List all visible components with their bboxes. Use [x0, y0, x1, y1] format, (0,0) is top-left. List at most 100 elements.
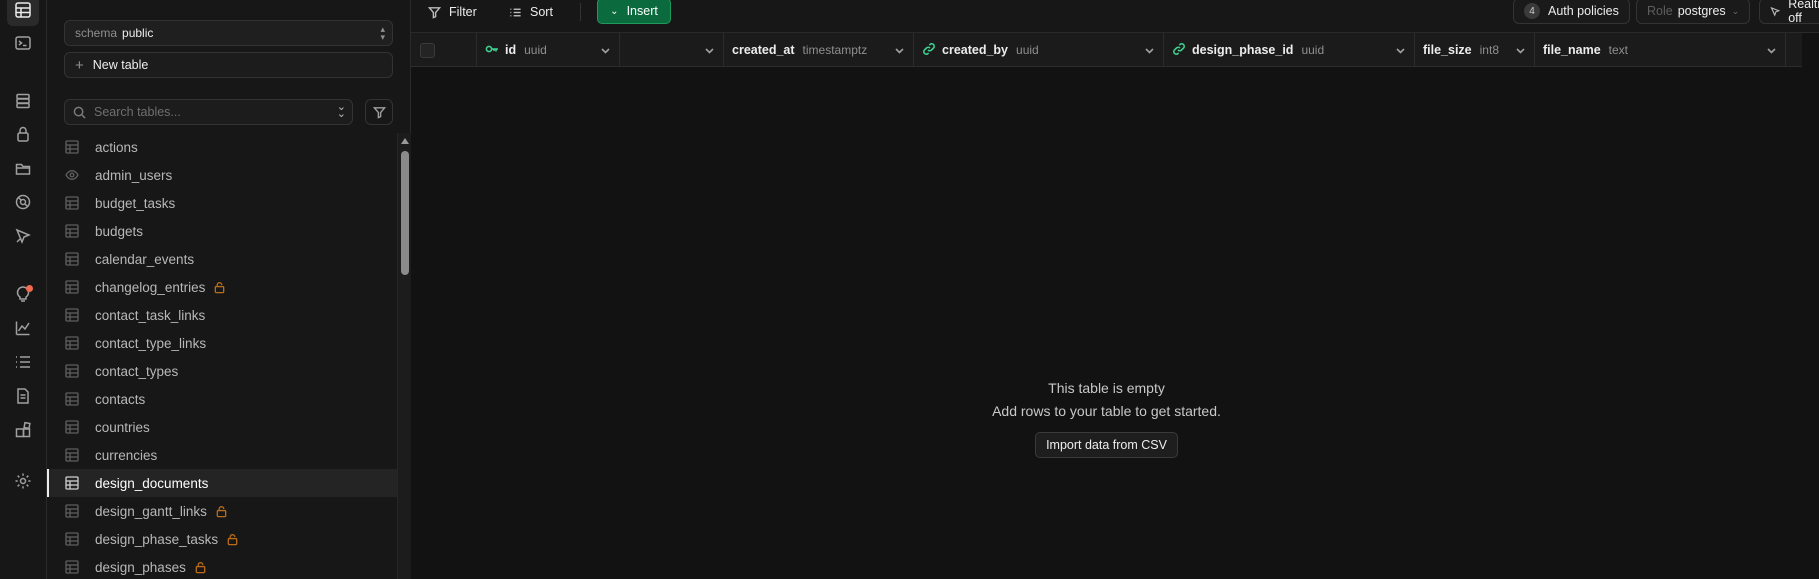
- column-name: created_by: [942, 43, 1009, 57]
- column-name: design_phase_id: [1192, 43, 1294, 57]
- table-name: budgets: [95, 223, 144, 239]
- column-header[interactable]: created_by uuid: [914, 33, 1164, 67]
- table-list-item[interactable]: contact_type_links: [47, 329, 397, 357]
- auth-policies-label: Auth policies: [1548, 4, 1619, 18]
- column-menu-chevron-icon[interactable]: [1516, 44, 1525, 54]
- column-header[interactable]: design_phase_id uuid: [1164, 33, 1415, 67]
- logs-icon[interactable]: [7, 346, 39, 378]
- rls-unlocked-icon: [226, 533, 239, 546]
- empty-state-subtitle: Add rows to your table to get started.: [992, 403, 1221, 419]
- table-list-item[interactable]: actions: [47, 133, 397, 161]
- table-name: contact_task_links: [95, 307, 206, 323]
- table-name: contact_type_links: [95, 335, 207, 351]
- table-list-item[interactable]: design_gantt_links: [47, 497, 397, 525]
- scroll-up-arrow-icon[interactable]: [401, 138, 409, 144]
- grid-toolbar: Filter Sort ⌄ Insert 4 Auth policies Rol…: [411, 0, 1819, 33]
- table-list-item[interactable]: changelog_entries: [47, 273, 397, 301]
- schema-selector[interactable]: schema public ▴ ▾: [64, 20, 393, 46]
- foreign-key-link-icon: [1172, 42, 1192, 59]
- table-editor-icon[interactable]: [7, 0, 39, 26]
- table-list-item[interactable]: admin_users: [47, 161, 397, 189]
- database-icon[interactable]: [7, 85, 39, 117]
- column-menu-chevron-icon[interactable]: [1767, 44, 1776, 54]
- sort-button[interactable]: Sort: [509, 0, 553, 24]
- filter-tables-button[interactable]: [365, 99, 393, 125]
- table-list-item[interactable]: budget_tasks: [47, 189, 397, 217]
- table-list-item[interactable]: contact_types: [47, 357, 397, 385]
- column-type: uuid: [1301, 43, 1325, 57]
- sidebar-scrollbar[interactable]: [397, 133, 411, 579]
- new-table-label: New table: [92, 58, 149, 72]
- table-list-item[interactable]: design_phase_tasks: [47, 525, 397, 553]
- column-menu-chevron-icon[interactable]: [1396, 44, 1405, 54]
- column-menu-chevron-icon[interactable]: [1145, 44, 1154, 54]
- column-menu-chevron-icon[interactable]: [895, 44, 904, 54]
- table-icon: [65, 476, 79, 490]
- sort-icon: [510, 8, 521, 16]
- role-selector[interactable]: Role postgres ⌄: [1636, 0, 1750, 24]
- table-icon: [65, 560, 79, 574]
- role-value: postgres: [1677, 4, 1726, 18]
- notification-dot: [26, 285, 33, 292]
- auth-policies-button[interactable]: 4 Auth policies: [1513, 0, 1630, 24]
- search-tables-input[interactable]: [94, 105, 324, 119]
- table-list-item[interactable]: calendar_events: [47, 245, 397, 273]
- select-all-checkbox[interactable]: [420, 42, 435, 58]
- filter-button[interactable]: Filter: [428, 0, 477, 24]
- table-list-item[interactable]: contact_task_links: [47, 301, 397, 329]
- column-header[interactable]: [620, 33, 724, 67]
- empty-state-title: This table is empty: [1048, 380, 1165, 396]
- column-header[interactable]: file_size int8: [1415, 33, 1535, 67]
- column-name: file_size: [1423, 43, 1472, 57]
- auth-policies-count: 4: [1524, 3, 1540, 19]
- table-list-item[interactable]: countries: [47, 413, 397, 441]
- reports-icon[interactable]: [7, 312, 39, 344]
- rls-unlocked-icon: [194, 561, 207, 574]
- chevron-down-icon: ⌄: [610, 5, 619, 17]
- search-icon: [73, 106, 86, 119]
- scrollbar-thumb[interactable]: [401, 151, 409, 275]
- table-icon: [65, 280, 79, 294]
- plus-icon: +: [75, 56, 84, 74]
- table-name: contact_types: [95, 363, 179, 379]
- import-csv-button[interactable]: Import data from CSV: [1035, 432, 1178, 458]
- column-header[interactable]: file_name text: [1535, 33, 1786, 67]
- table-name: countries: [95, 419, 150, 435]
- chevron-down-icon: ⌄: [1731, 5, 1740, 16]
- settings-icon[interactable]: [7, 465, 39, 497]
- column-menu-chevron-icon[interactable]: [601, 44, 610, 54]
- insert-button[interactable]: ⌄ Insert: [597, 0, 671, 24]
- realtime-icon[interactable]: [7, 186, 39, 218]
- table-name: design_phase_tasks: [95, 531, 219, 547]
- api-docs-icon[interactable]: [7, 380, 39, 412]
- table-name: changelog_entries: [95, 279, 206, 295]
- storage-icon[interactable]: [7, 152, 39, 184]
- new-table-button[interactable]: + New table: [64, 52, 393, 78]
- filter-icon: [372, 106, 386, 119]
- sort-label: Sort: [530, 5, 553, 19]
- column-header[interactable]: created_at timestamptz: [724, 33, 914, 67]
- chevrons-down-icon[interactable]: ⌄ ⌄: [337, 102, 346, 120]
- table-name: design_gantt_links: [95, 503, 207, 519]
- table-name: actions: [95, 139, 138, 155]
- table-list-item[interactable]: design_documents: [47, 469, 397, 497]
- table-list-item[interactable]: contacts: [47, 385, 397, 413]
- foreign-key-link-icon: [922, 42, 942, 59]
- integrations-icon[interactable]: [7, 414, 39, 446]
- edge-functions-icon[interactable]: [7, 220, 39, 252]
- icon-rail: [0, 0, 47, 579]
- table-list-item[interactable]: currencies: [47, 441, 397, 469]
- table-list-item[interactable]: budgets: [47, 217, 397, 245]
- table-list-item[interactable]: design_phases: [47, 553, 397, 579]
- column-menu-chevron-icon[interactable]: [705, 44, 714, 54]
- advisors-icon[interactable]: [7, 278, 39, 310]
- auth-lock-icon[interactable]: [7, 118, 39, 150]
- select-all-cell: [411, 33, 477, 67]
- filter-label: Filter: [449, 5, 477, 19]
- column-header[interactable]: id uuid: [477, 33, 620, 67]
- column-name: file_name: [1543, 43, 1601, 57]
- sql-editor-icon[interactable]: [7, 27, 39, 59]
- realtime-toggle-button[interactable]: Realtime off: [1759, 0, 1819, 25]
- table-icon: [65, 252, 79, 266]
- grid-header-row: id uuid created_at timestamptz created_by uui…: [411, 33, 1802, 67]
